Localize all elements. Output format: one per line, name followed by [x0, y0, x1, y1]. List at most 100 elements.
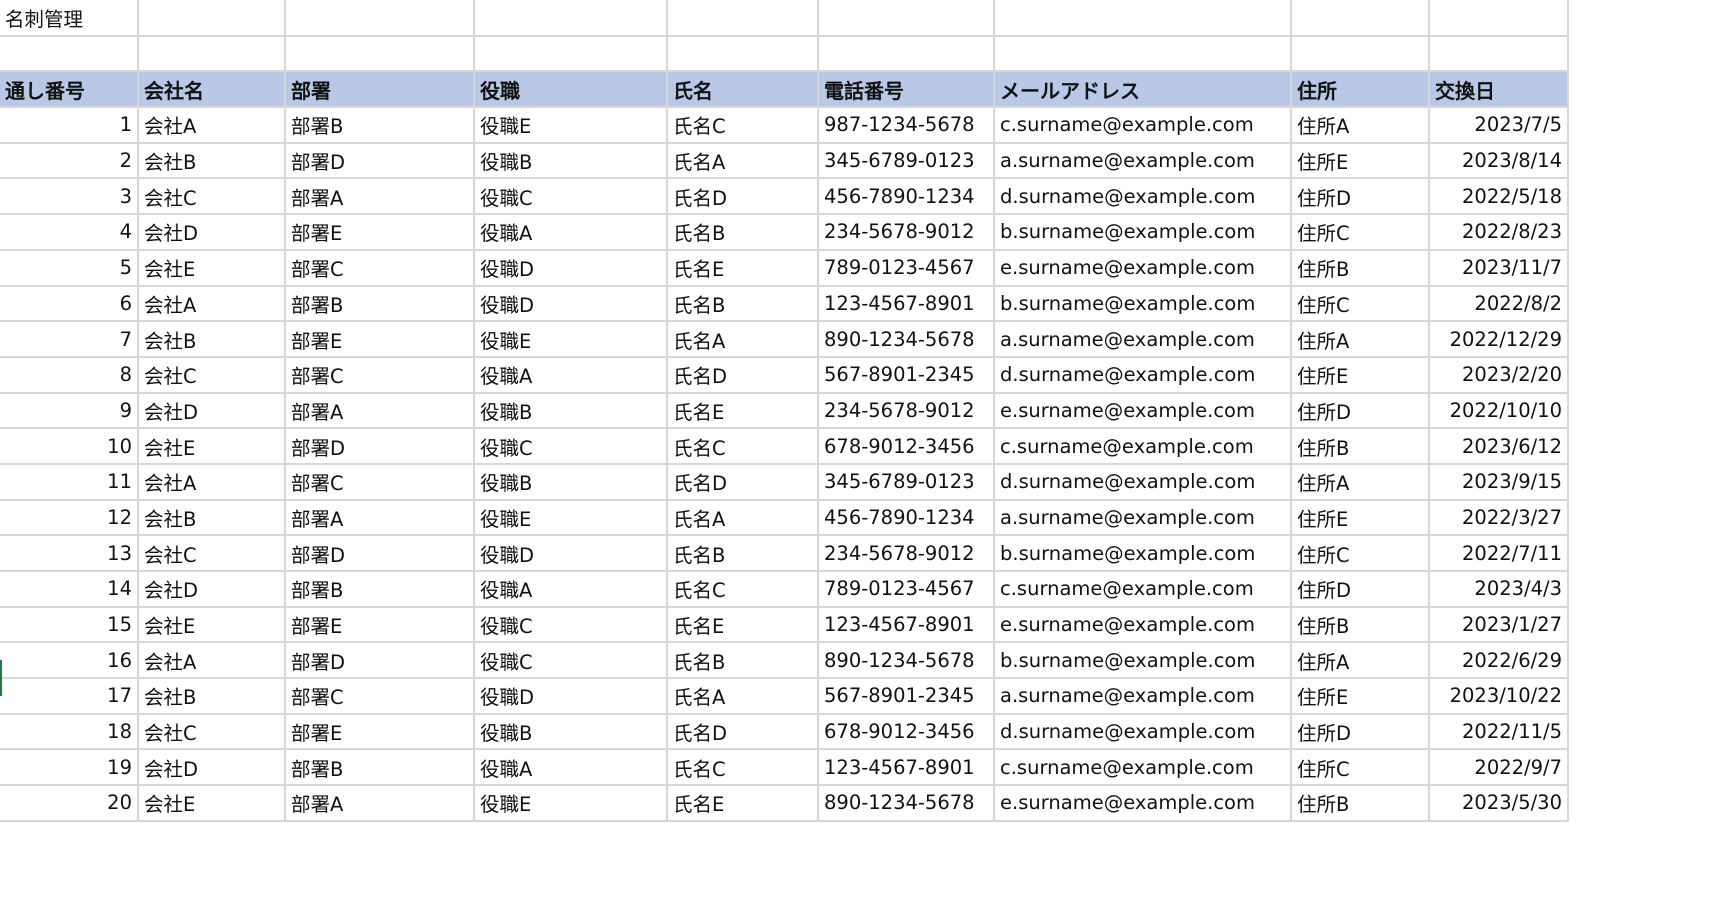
cell-phone[interactable]: 789-0123-4567 [818, 249, 995, 287]
empty-cell[interactable] [994, 35, 1292, 73]
cell-name[interactable]: 氏名E [667, 249, 819, 287]
cell-exchange-date[interactable]: 2023/2/20 [1429, 356, 1569, 394]
cell-department[interactable]: 部署E [285, 713, 475, 751]
cell-department[interactable]: 部署D [285, 642, 475, 680]
cell-position[interactable]: 役職A [474, 571, 668, 608]
header-cell-exchange-date[interactable]: 交換日 [1429, 71, 1569, 109]
cell-phone[interactable]: 890-1234-5678 [818, 321, 995, 358]
empty-cell[interactable] [667, 35, 819, 73]
cell-position[interactable]: 役職A [474, 356, 668, 394]
cell-address[interactable]: 住所A [1291, 321, 1430, 358]
cell-company[interactable]: 会社D [138, 571, 286, 608]
cell-company[interactable]: 会社B [138, 321, 286, 358]
cell-address[interactable]: 住所E [1291, 356, 1430, 394]
cell-name[interactable]: 氏名C [667, 749, 819, 787]
cell-email[interactable]: e.surname@example.com [994, 249, 1292, 287]
cell-company[interactable]: 会社A [138, 463, 286, 501]
cell-department[interactable]: 部署A [285, 178, 475, 216]
cell-exchange-date[interactable]: 2022/10/10 [1429, 392, 1569, 430]
cell-serial[interactable]: 2 [0, 142, 139, 180]
cell-company[interactable]: 会社E [138, 606, 286, 644]
header-cell-phone[interactable]: 電話番号 [818, 71, 995, 109]
cell-name[interactable]: 氏名A [667, 142, 819, 180]
cell-serial[interactable]: 7 [0, 321, 139, 358]
cell-address[interactable]: 住所A [1291, 107, 1430, 144]
empty-cell[interactable] [0, 35, 139, 73]
cell-position[interactable]: 役職C [474, 606, 668, 644]
cell-position[interactable]: 役職B [474, 713, 668, 751]
empty-cell[interactable] [285, 35, 475, 73]
cell-serial[interactable]: 1 [0, 107, 139, 144]
cell-position[interactable]: 役職E [474, 107, 668, 144]
cell-email[interactable]: e.surname@example.com [994, 392, 1292, 430]
cell-position[interactable]: 役職C [474, 428, 668, 465]
sheet-title-cell[interactable]: 名刺管理 [0, 0, 139, 37]
cell-department[interactable]: 部署E [285, 321, 475, 358]
cell-email[interactable]: d.surname@example.com [994, 713, 1292, 751]
cell-email[interactable]: a.surname@example.com [994, 321, 1292, 358]
empty-cell[interactable] [138, 0, 286, 37]
cell-phone[interactable]: 890-1234-5678 [818, 642, 995, 680]
cell-department[interactable]: 部署B [285, 285, 475, 323]
cell-exchange-date[interactable]: 2023/4/3 [1429, 571, 1569, 608]
cell-company[interactable]: 会社A [138, 642, 286, 680]
cell-phone[interactable]: 567-8901-2345 [818, 356, 995, 394]
cell-position[interactable]: 役職D [474, 249, 668, 287]
empty-cell[interactable] [138, 35, 286, 73]
cell-phone[interactable]: 567-8901-2345 [818, 678, 995, 715]
cell-company[interactable]: 会社B [138, 499, 286, 537]
cell-phone[interactable]: 345-6789-0123 [818, 142, 995, 180]
cell-phone[interactable]: 123-4567-8901 [818, 606, 995, 644]
cell-name[interactable]: 氏名C [667, 571, 819, 608]
cell-email[interactable]: e.surname@example.com [994, 606, 1292, 644]
cell-address[interactable]: 住所C [1291, 749, 1430, 787]
empty-cell[interactable] [818, 0, 995, 37]
cell-company[interactable]: 会社D [138, 214, 286, 251]
cell-company[interactable]: 会社D [138, 749, 286, 787]
cell-exchange-date[interactable]: 2023/8/14 [1429, 142, 1569, 180]
cell-company[interactable]: 会社C [138, 535, 286, 572]
cell-serial[interactable]: 17 [0, 678, 139, 715]
cell-company[interactable]: 会社C [138, 178, 286, 216]
cell-exchange-date[interactable]: 2022/8/23 [1429, 214, 1569, 251]
cell-phone[interactable]: 345-6789-0123 [818, 463, 995, 501]
cell-exchange-date[interactable]: 2022/11/5 [1429, 713, 1569, 751]
cell-phone[interactable]: 123-4567-8901 [818, 285, 995, 323]
cell-address[interactable]: 住所A [1291, 642, 1430, 680]
header-cell-position[interactable]: 役職 [474, 71, 668, 109]
cell-department[interactable]: 部署C [285, 356, 475, 394]
cell-position[interactable]: 役職B [474, 463, 668, 501]
cell-position[interactable]: 役職B [474, 142, 668, 180]
header-cell-email[interactable]: メールアドレス [994, 71, 1292, 109]
cell-address[interactable]: 住所A [1291, 463, 1430, 501]
empty-cell[interactable] [474, 35, 668, 73]
header-cell-serial[interactable]: 通し番号 [0, 71, 139, 109]
cell-phone[interactable]: 456-7890-1234 [818, 178, 995, 216]
cell-company[interactable]: 会社C [138, 356, 286, 394]
cell-company[interactable]: 会社B [138, 678, 286, 715]
cell-exchange-date[interactable]: 2023/7/5 [1429, 107, 1569, 144]
cell-name[interactable]: 氏名A [667, 678, 819, 715]
cell-company[interactable]: 会社E [138, 785, 286, 822]
cell-exchange-date[interactable]: 2023/1/27 [1429, 606, 1569, 644]
cell-department[interactable]: 部署C [285, 678, 475, 715]
cell-department[interactable]: 部署A [285, 785, 475, 822]
cell-email[interactable]: b.surname@example.com [994, 642, 1292, 680]
cell-name[interactable]: 氏名C [667, 428, 819, 465]
cell-email[interactable]: b.surname@example.com [994, 285, 1292, 323]
cell-exchange-date[interactable]: 2023/11/7 [1429, 249, 1569, 287]
cell-department[interactable]: 部署D [285, 428, 475, 465]
empty-cell[interactable] [285, 0, 475, 37]
cell-serial[interactable]: 9 [0, 392, 139, 430]
cell-email[interactable]: b.surname@example.com [994, 535, 1292, 572]
cell-name[interactable]: 氏名A [667, 321, 819, 358]
cell-address[interactable]: 住所E [1291, 499, 1430, 537]
cell-address[interactable]: 住所D [1291, 178, 1430, 216]
cell-phone[interactable]: 678-9012-3456 [818, 713, 995, 751]
cell-email[interactable]: d.surname@example.com [994, 463, 1292, 501]
cell-department[interactable]: 部署C [285, 463, 475, 501]
cell-phone[interactable]: 456-7890-1234 [818, 499, 995, 537]
cell-company[interactable]: 会社D [138, 392, 286, 430]
cell-phone[interactable]: 123-4567-8901 [818, 749, 995, 787]
empty-cell[interactable] [1291, 35, 1430, 73]
